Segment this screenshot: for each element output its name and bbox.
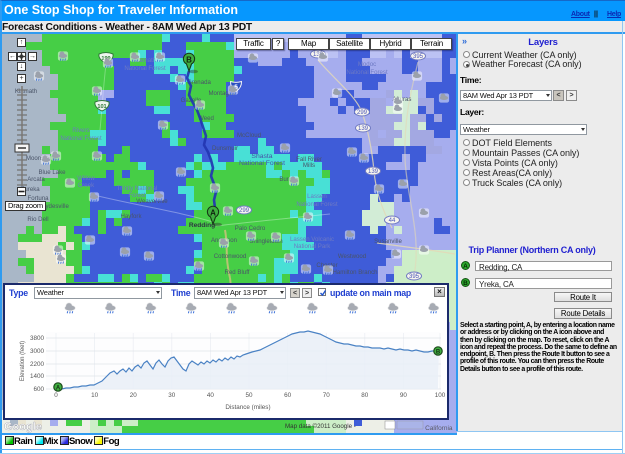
svg-text:0: 0 (54, 392, 58, 399)
svg-text:60: 60 (284, 392, 292, 399)
svg-text:Rivers: Rivers (72, 127, 89, 134)
svg-text:McCloud: McCloud (237, 132, 261, 139)
svg-text:30: 30 (168, 392, 176, 399)
svg-text:299: 299 (239, 208, 250, 214)
svg-text:2200: 2200 (30, 361, 45, 368)
svg-text:299: 299 (357, 110, 368, 116)
svg-text:Map data ©2011 Google -: Map data ©2011 Google - (285, 423, 356, 430)
svg-text:National Forest: National Forest (296, 201, 338, 208)
svg-text:Dunsmuir: Dunsmuir (212, 145, 238, 152)
svg-text:Mills: Mills (303, 162, 315, 169)
svg-text:National Forest: National Forest (60, 135, 102, 142)
svg-text:A: A (210, 208, 216, 217)
svg-text:Susanville: Susanville (374, 238, 402, 245)
svg-text:600: 600 (33, 386, 44, 393)
svg-text:70: 70 (323, 392, 331, 399)
svg-text:44: 44 (389, 218, 396, 224)
svg-text:Google: Google (4, 421, 42, 433)
svg-text:1400: 1400 (30, 373, 45, 380)
svg-text:139: 139 (358, 126, 369, 132)
svg-text:395: 395 (413, 54, 424, 60)
svg-text:California: California (421, 425, 452, 432)
svg-text:Trinity National: Trinity National (117, 185, 157, 192)
svg-text:80: 80 (361, 392, 369, 399)
svg-text:National Forest: National Forest (239, 160, 285, 167)
svg-text:395: 395 (409, 274, 420, 280)
svg-text:90: 90 (400, 392, 408, 399)
svg-text:Lassen Volcanic: Lassen Volcanic (290, 236, 334, 243)
svg-text:20: 20 (130, 392, 138, 399)
svg-text:Elevation (feet): Elevation (feet) (20, 341, 26, 381)
svg-text:100: 100 (435, 392, 446, 399)
svg-text:Modoc: Modoc (358, 61, 376, 68)
svg-text:Westwood: Westwood (338, 253, 366, 260)
svg-text:139: 139 (368, 169, 379, 175)
svg-text:National Forest: National Forest (124, 65, 166, 72)
svg-text:Blue Lake: Blue Lake (38, 169, 66, 176)
svg-text:Hamilton Branch: Hamilton Branch (332, 269, 377, 276)
svg-text:B: B (186, 55, 192, 64)
svg-text:3800: 3800 (30, 335, 45, 342)
svg-text:40: 40 (207, 392, 215, 399)
svg-text:A: A (56, 385, 61, 391)
svg-text:Distance (miles): Distance (miles) (225, 404, 270, 411)
svg-text:50: 50 (245, 392, 253, 399)
svg-text:101: 101 (97, 104, 106, 110)
svg-text:10: 10 (91, 392, 99, 399)
svg-text:Cottonwood: Cottonwood (214, 253, 247, 260)
svg-text:Willow: Willow (77, 175, 95, 182)
svg-text:Lassen: Lassen (307, 193, 327, 200)
svg-text:3000: 3000 (30, 348, 45, 355)
svg-text:B: B (436, 349, 441, 355)
svg-text:National Forest: National Forest (346, 69, 388, 76)
svg-text:National Park: National Park (294, 243, 332, 250)
svg-text:Redding: Redding (189, 222, 215, 229)
svg-text:Rio Dell: Rio Dell (27, 216, 48, 223)
svg-text:Red Bluff: Red Bluff (225, 269, 250, 276)
svg-text:Hayfork: Hayfork (121, 213, 143, 220)
svg-text:Palo Cedro: Palo Cedro (235, 225, 266, 232)
svg-text:Creek: Creek (78, 182, 95, 189)
svg-text:Shasta: Shasta (251, 153, 272, 160)
